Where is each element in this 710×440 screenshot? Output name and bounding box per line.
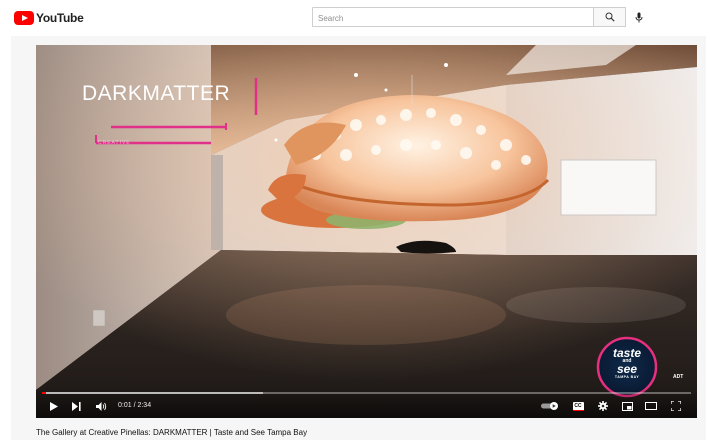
fullscreen-icon (671, 401, 681, 411)
fullscreen-button[interactable] (669, 400, 683, 412)
autoplay-toggle-icon (540, 402, 558, 410)
search-input[interactable] (316, 9, 580, 28)
miniplayer-icon (621, 401, 633, 411)
badge-line-3: see (616, 362, 638, 376)
progress-bar[interactable] (42, 392, 691, 394)
next-button[interactable] (70, 400, 82, 412)
cc-icon: CC (572, 401, 584, 411)
player-controls: 0:01 / 2:34 CC (36, 386, 697, 418)
gear-icon (598, 401, 608, 411)
taste-and-see-badge: taste and see TAMPA BAY (597, 347, 657, 380)
overlay-subtitle: CREATIVE (98, 140, 131, 146)
badge-line-4: TAMPA BAY (614, 375, 640, 379)
voice-search-button[interactable] (630, 8, 648, 26)
search-box[interactable] (312, 7, 594, 28)
progress-played (42, 392, 46, 394)
overlay-title: DARKMATTER (82, 82, 231, 105)
theater-mode-button[interactable] (644, 400, 658, 412)
youtube-logo[interactable]: YouTube (14, 10, 84, 26)
search-button[interactable] (593, 7, 626, 27)
subtitles-button[interactable]: CC (571, 400, 585, 412)
miniplayer-button[interactable] (620, 400, 634, 412)
next-icon (71, 401, 81, 411)
video-title: The Gallery at Creative Pinellas: DARKMA… (36, 428, 308, 437)
settings-button[interactable] (596, 400, 610, 412)
time-display: 0:01 / 2:34 (118, 402, 152, 409)
play-button[interactable] (48, 400, 60, 412)
search-icon (605, 12, 615, 22)
autoplay-toggle[interactable] (540, 400, 558, 412)
logo-text: YouTube (36, 11, 84, 25)
microphone-icon (635, 12, 643, 22)
play-icon (50, 401, 58, 411)
progress-buffered (42, 392, 263, 394)
youtube-play-icon (14, 11, 34, 25)
theater-mode-icon (645, 402, 657, 410)
svg-text:ADT: ADT (673, 374, 683, 380)
masthead: YouTube (0, 0, 710, 36)
volume-button[interactable] (94, 400, 108, 412)
volume-icon (95, 401, 106, 411)
